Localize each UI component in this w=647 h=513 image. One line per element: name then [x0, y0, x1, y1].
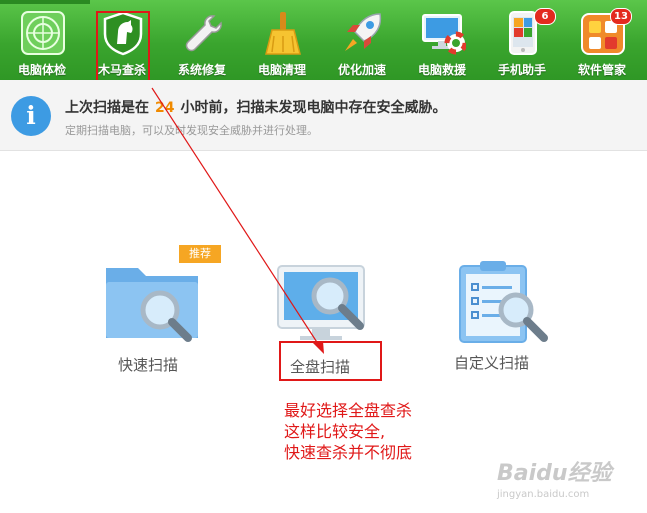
annotation-line: 最好选择全盘查杀 [284, 401, 413, 420]
annotation-line: 这样比较安全, [284, 422, 386, 441]
watermark-brand: Baidu经验 [497, 461, 612, 486]
annotation-line: 快速查杀并不彻底 [284, 443, 413, 462]
annotation-note: 最好选择全盘查杀 这样比较安全, 快速查杀并不彻底 [284, 400, 412, 463]
watermark: Baidu经验 jingyan.baidu.com [497, 455, 612, 500]
watermark-site: jingyan.baidu.com [497, 489, 590, 500]
